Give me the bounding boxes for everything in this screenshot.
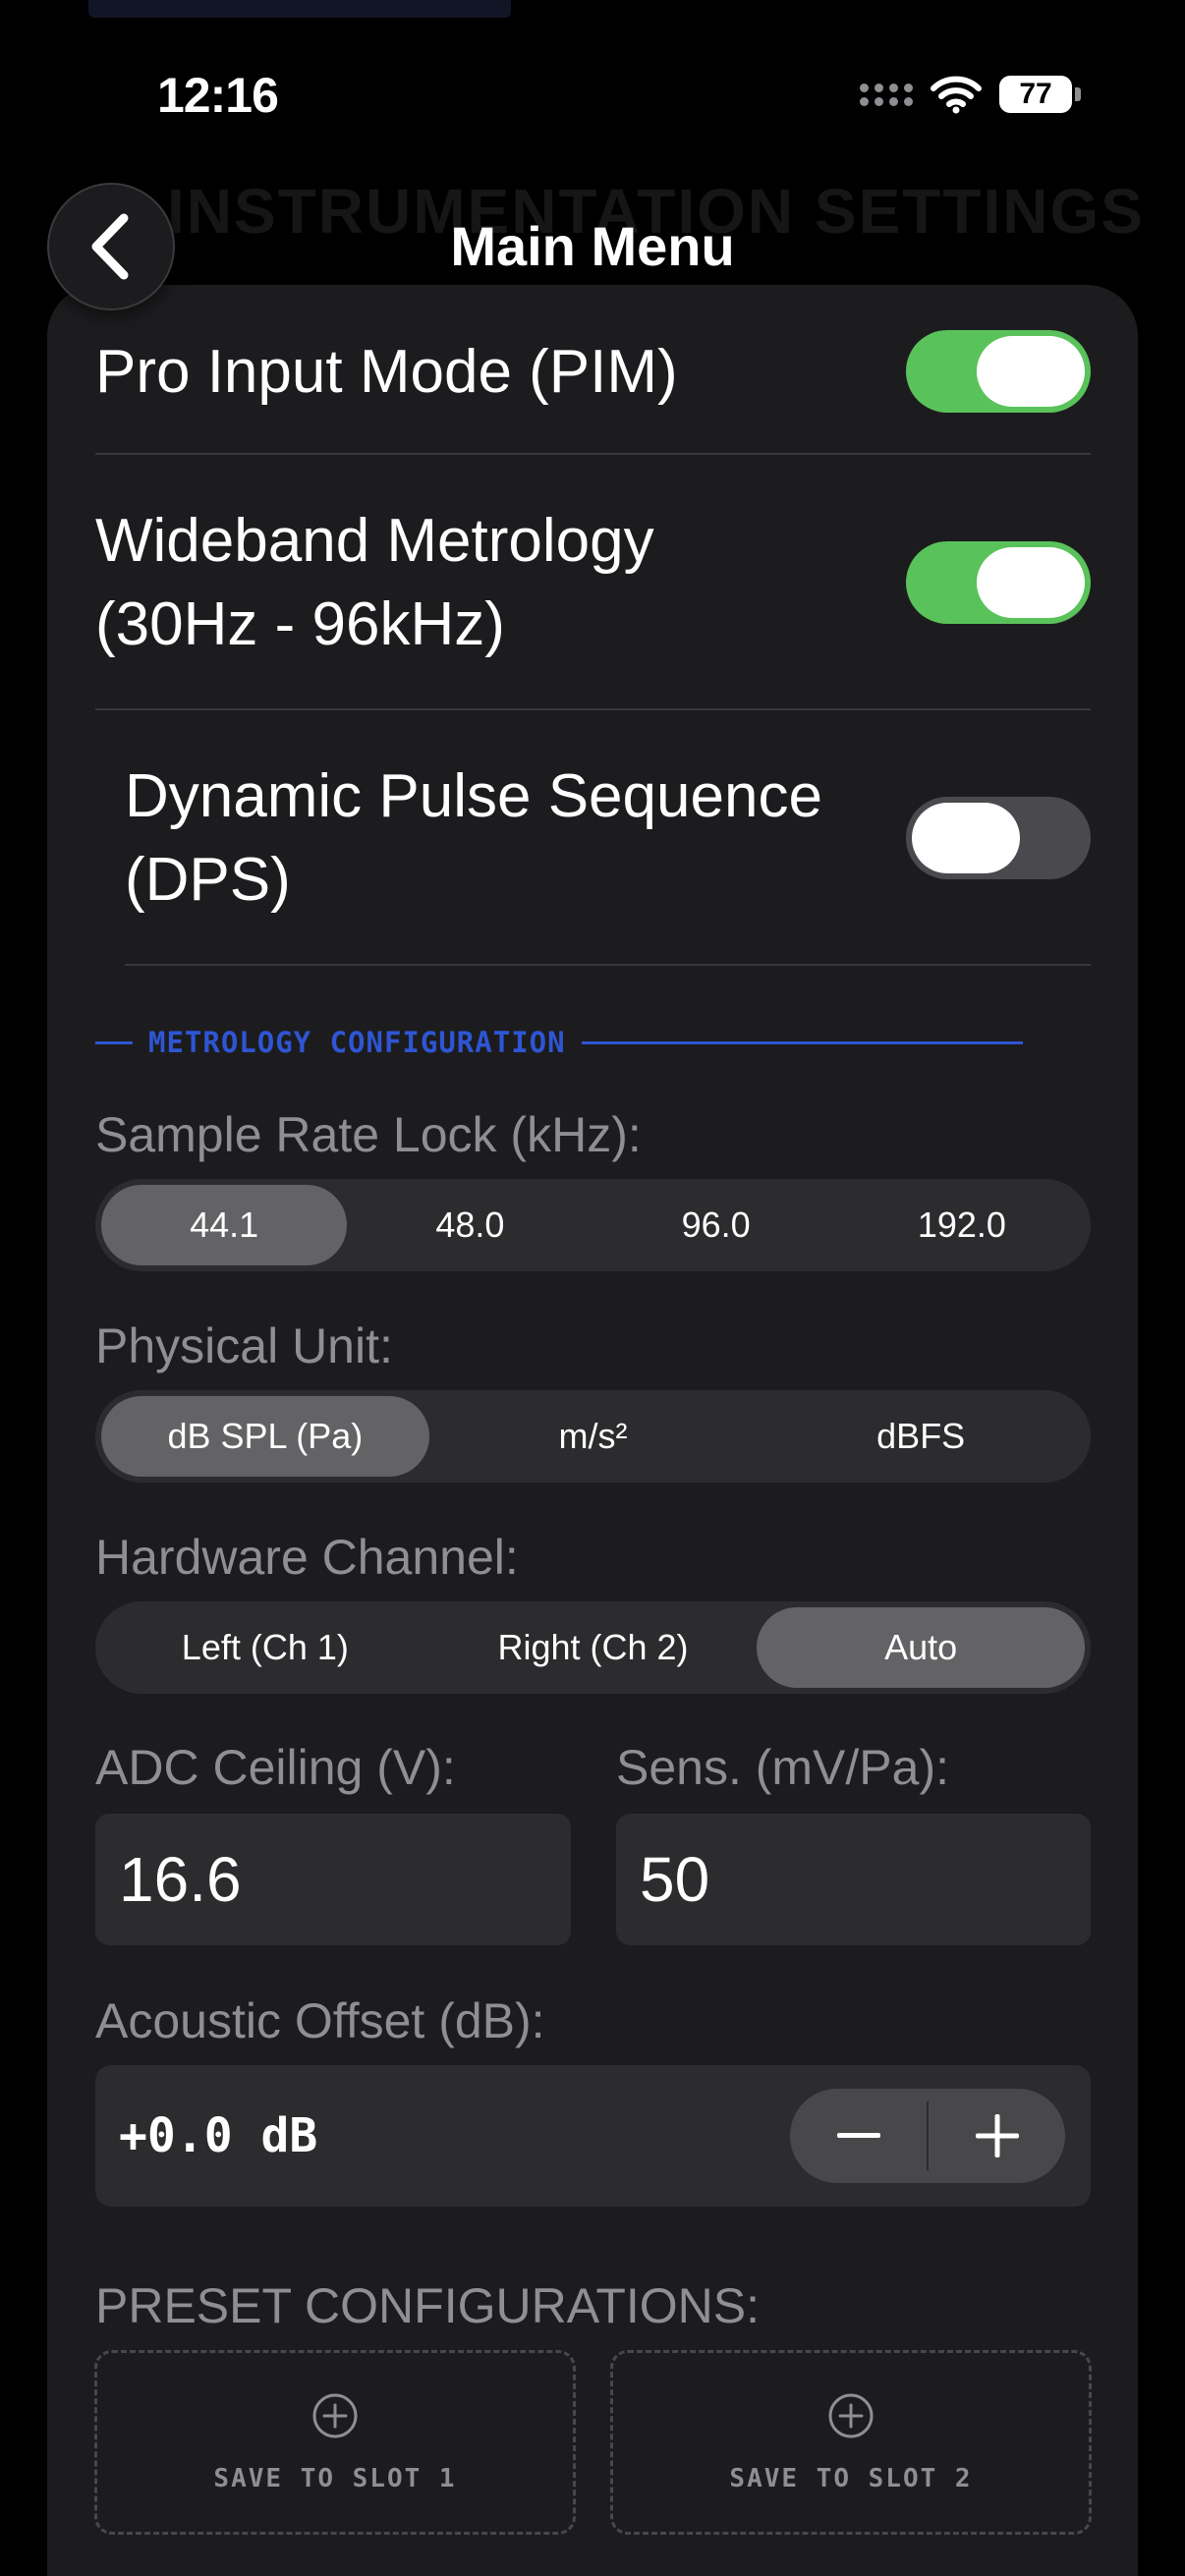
hardware-channel-selector: Left (Ch 1) Right (Ch 2) Auto [95,1601,1091,1694]
channel-option-left[interactable]: Left (Ch 1) [101,1607,429,1688]
toggle-label: Pro Input Mode (PIM) [95,337,678,406]
offset-stepper [790,2089,1065,2183]
increment-button[interactable] [929,2089,1065,2183]
plus-icon [975,2114,1019,2157]
metrology-section-header: METROLOGY CONFIGURATION [95,1026,1023,1059]
status-indicators: 77 [860,75,1081,114]
sample-rate-option-44-1[interactable]: 44.1 [101,1185,348,1265]
toggle-label: Wideband Metrology (30Hz - 96kHz) [95,507,654,658]
physical-unit-selector: dB SPL (Pa) m/s² dBFS [95,1390,1091,1483]
acoustic-offset-control: +0.0 dB [95,2065,1091,2207]
battery-level: 77 [999,76,1072,113]
unit-option-ms2[interactable]: m/s² [429,1396,758,1477]
status-time: 12:16 [157,68,279,123]
divider [95,453,1091,455]
channel-option-right[interactable]: Right (Ch 2) [429,1607,758,1688]
wifi-icon [931,76,982,114]
section-title: METROLOGY CONFIGURATION [148,1026,566,1059]
battery-icon: 77 [999,76,1081,113]
save-slot-2-button[interactable]: SAVE TO SLOT 2 [610,2350,1092,2535]
sensitivity-input[interactable]: 50 [616,1814,1091,1945]
decrement-button[interactable] [790,2089,927,2183]
background-header-strip [88,0,511,18]
channel-option-auto[interactable]: Auto [757,1607,1086,1688]
nav-title: Main Menu [450,215,735,277]
sample-rate-option-96[interactable]: 96.0 [593,1185,839,1265]
slot-label: SAVE TO SLOT 2 [729,2464,973,2493]
toggle-row-dps: Dynamic Pulse Sequence (DPS) [125,755,1091,922]
unit-option-dbfs[interactable]: dBFS [757,1396,1085,1477]
adc-ceiling-input[interactable]: 16.6 [95,1814,571,1945]
sample-rate-option-192[interactable]: 192.0 [839,1185,1085,1265]
sample-rate-label: Sample Rate Lock (kHz): [95,1107,642,1162]
slot-label: SAVE TO SLOT 1 [213,2464,457,2493]
save-slot-1-button[interactable]: SAVE TO SLOT 1 [94,2350,576,2535]
toggle-row-wideband: Wideband Metrology (30Hz - 96kHz) [95,499,1091,666]
unit-option-db-spl[interactable]: dB SPL (Pa) [101,1396,429,1477]
acoustic-offset-value: +0.0 dB [119,2108,318,2163]
divider [125,964,1091,966]
wideband-toggle[interactable] [906,541,1091,624]
cellular-signal-icon [860,83,913,106]
sample-rate-selector: 44.1 48.0 96.0 192.0 [95,1179,1091,1271]
physical-unit-label: Physical Unit: [95,1318,393,1373]
plus-circle-icon [312,2393,358,2438]
acoustic-offset-label: Acoustic Offset (dB): [95,1993,545,2048]
hardware-channel-label: Hardware Channel: [95,1530,519,1585]
sample-rate-option-48[interactable]: 48.0 [347,1185,592,1265]
dps-toggle[interactable] [906,797,1091,879]
toggle-row-pim: Pro Input Mode (PIM) [95,322,1091,420]
sensitivity-label: Sens. (mV/Pa): [616,1740,949,1795]
plus-circle-icon [828,2393,874,2438]
minus-icon [836,2133,880,2138]
pim-toggle[interactable] [906,330,1091,413]
divider [95,708,1091,710]
adc-ceiling-label: ADC Ceiling (V): [95,1740,456,1795]
toggle-label: Dynamic Pulse Sequence (DPS) [125,762,822,914]
presets-label: PRESET CONFIGURATIONS: [95,2278,761,2333]
